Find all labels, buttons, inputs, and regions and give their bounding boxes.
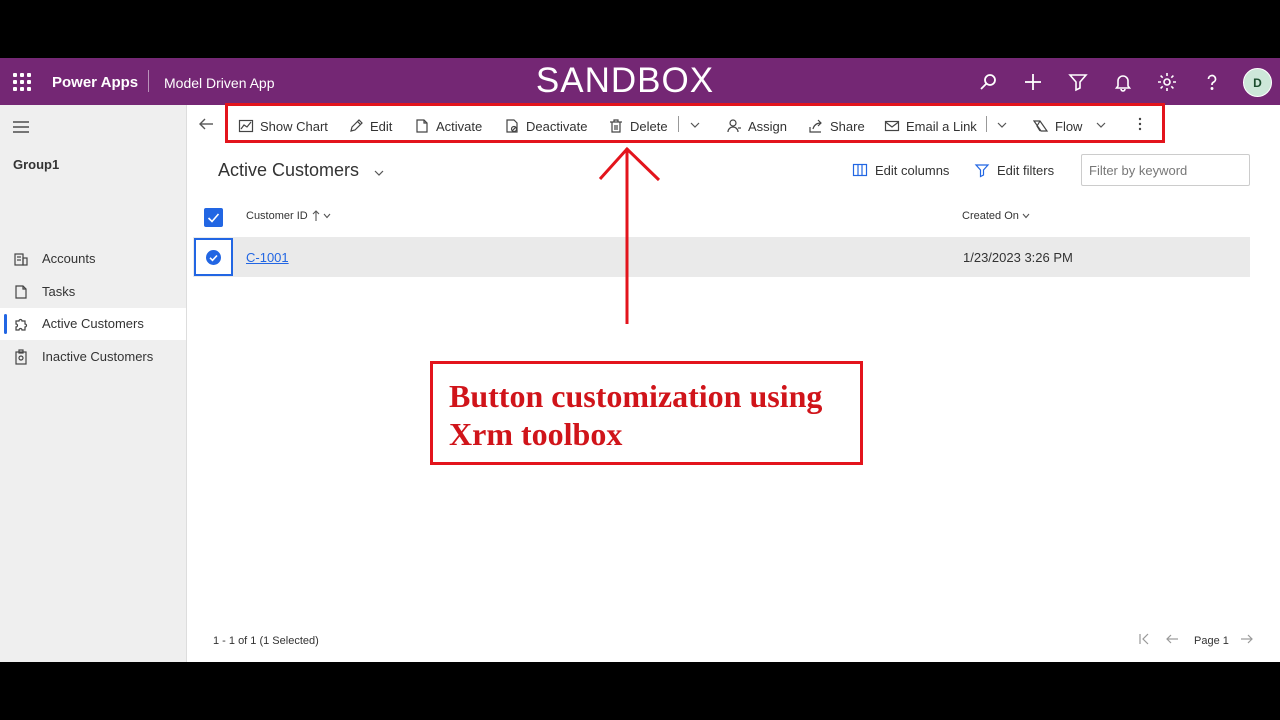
- trash-icon: [610, 119, 622, 133]
- chevron-down-icon[interactable]: [996, 118, 1008, 130]
- deactivate-button[interactable]: Deactivate: [504, 116, 587, 136]
- app-window: Power Apps Model Driven App SANDBOX D Gr…: [0, 58, 1280, 662]
- edit-label: Edit: [370, 118, 393, 134]
- email-link-icon: [884, 120, 900, 132]
- flow-label: Flow: [1055, 118, 1083, 134]
- environment-banner: SANDBOX: [535, 61, 715, 100]
- back-arrow-icon[interactable]: [197, 115, 215, 133]
- column-header-created-on[interactable]: Created On: [962, 210, 1031, 222]
- view-title[interactable]: Active Customers: [218, 160, 359, 181]
- sidebar-item-label: Tasks: [42, 284, 76, 299]
- email-link-label: Email a Link: [906, 118, 977, 134]
- show-chart-button[interactable]: Show Chart: [238, 116, 328, 136]
- sidebar-item-label: Active Customers: [42, 316, 144, 331]
- plus-icon[interactable]: [1021, 70, 1045, 94]
- column-header-customer-id[interactable]: Customer ID: [246, 210, 332, 222]
- edit-button[interactable]: Edit: [348, 116, 392, 136]
- select-all-checkbox[interactable]: [204, 208, 223, 227]
- edit-filters-label: Edit filters: [997, 162, 1055, 178]
- tasks-icon: [13, 284, 29, 300]
- puzzle-icon: [13, 316, 29, 332]
- person-icon: [727, 119, 741, 133]
- chevron-down-icon: [1022, 213, 1030, 219]
- chart-icon: [238, 119, 254, 133]
- share-label: Share: [830, 118, 865, 134]
- avatar[interactable]: D: [1243, 68, 1272, 97]
- filter-icon: [974, 164, 990, 178]
- sidebar-item-accounts[interactable]: Accounts: [0, 243, 186, 275]
- share-icon: [809, 119, 822, 133]
- flow-icon: [1033, 120, 1049, 132]
- edit-filters-button[interactable]: Edit filters: [974, 162, 1054, 178]
- badge-icon: [13, 349, 29, 365]
- page-indicator: Page 1: [1194, 635, 1229, 647]
- filter-keyword-input[interactable]: [1081, 154, 1250, 186]
- more-options-icon[interactable]: [1134, 117, 1146, 131]
- sidebar-item-active-customers[interactable]: Active Customers: [0, 308, 186, 340]
- column-header-label: Customer ID: [246, 210, 308, 222]
- column-header-label: Created On: [962, 210, 1019, 222]
- chevron-down-icon[interactable]: [1095, 118, 1107, 130]
- edit-columns-button[interactable]: Edit columns: [852, 162, 949, 178]
- share-button[interactable]: Share: [808, 116, 865, 136]
- gear-icon[interactable]: [1155, 70, 1179, 94]
- next-page-icon[interactable]: [1240, 632, 1254, 646]
- help-icon[interactable]: [1200, 70, 1224, 94]
- email-link-button[interactable]: Email a Link: [884, 116, 977, 136]
- edit-columns-label: Edit columns: [875, 162, 950, 178]
- chevron-down-icon[interactable]: [689, 118, 701, 130]
- show-chart-label: Show Chart: [260, 118, 328, 134]
- sidebar-item-label: Inactive Customers: [42, 349, 154, 364]
- chevron-down-icon: [323, 213, 331, 219]
- chevron-down-icon[interactable]: [373, 166, 385, 178]
- deactivate-label: Deactivate: [526, 118, 588, 134]
- first-page-icon[interactable]: [1138, 632, 1152, 646]
- delete-label: Delete: [630, 118, 668, 134]
- row-selected-checkbox[interactable]: [206, 250, 221, 265]
- document-block-icon: [506, 119, 518, 133]
- filter-icon[interactable]: [1066, 70, 1090, 94]
- document-icon: [416, 119, 428, 133]
- assign-label: Assign: [748, 118, 788, 134]
- activate-label: Activate: [436, 118, 483, 134]
- annotation-arrow: [598, 146, 661, 324]
- hamburger-menu-icon[interactable]: [12, 120, 30, 134]
- bell-icon[interactable]: [1111, 70, 1135, 94]
- pencil-icon: [350, 119, 363, 132]
- created-on-cell: 1/23/2023 3:26 PM: [963, 250, 1073, 265]
- sidebar-group-label: Group1: [13, 157, 60, 172]
- command-divider: [678, 116, 679, 132]
- sidebar-item-label: Accounts: [42, 251, 96, 266]
- annotation-callout: Button customization using Xrm toolbox: [430, 361, 863, 465]
- command-divider: [986, 116, 987, 132]
- sidebar-item-inactive-customers[interactable]: Inactive Customers: [0, 341, 186, 373]
- record-count: 1 - 1 of 1 (1 Selected): [213, 635, 319, 647]
- flow-button[interactable]: Flow: [1033, 116, 1082, 136]
- search-icon[interactable]: [976, 70, 1000, 94]
- sort-ascending-icon: [312, 210, 320, 221]
- activate-button[interactable]: Activate: [414, 116, 482, 136]
- table-row[interactable]: [193, 237, 1250, 277]
- top-bar: Power Apps Model Driven App SANDBOX D: [0, 58, 1280, 105]
- customer-id-link[interactable]: C-1001: [246, 250, 289, 265]
- annotation-text: Button customization using Xrm toolbox: [449, 378, 823, 452]
- sidebar-item-tasks[interactable]: Tasks: [0, 276, 186, 308]
- accounts-icon: [13, 251, 29, 267]
- previous-page-icon[interactable]: [1165, 632, 1179, 646]
- columns-icon: [852, 163, 868, 177]
- sidebar: Group1 Accounts Tasks Active Customers I…: [0, 105, 187, 662]
- delete-button[interactable]: Delete: [608, 116, 668, 136]
- assign-button[interactable]: Assign: [726, 116, 787, 136]
